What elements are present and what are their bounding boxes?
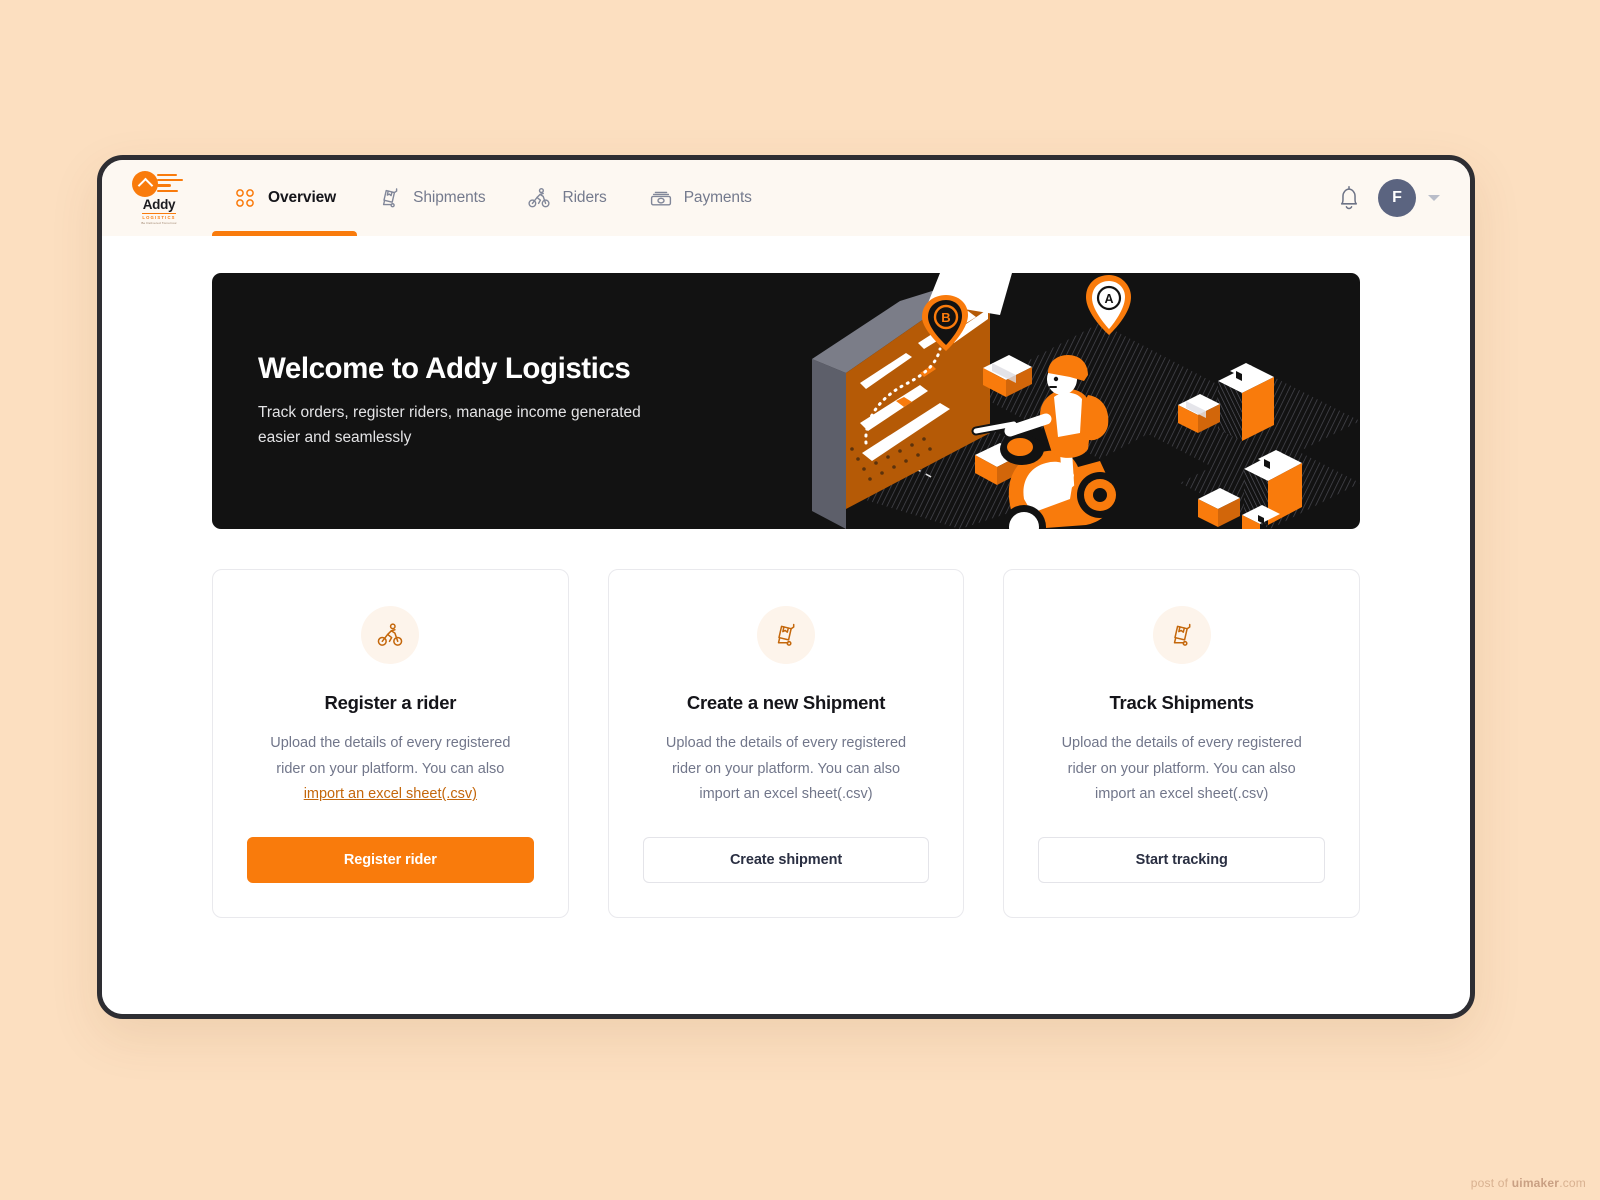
map-pin-a: A xyxy=(1086,275,1131,335)
dolly-icon xyxy=(777,623,795,646)
card-description-text: Upload the details of every registered r… xyxy=(270,735,511,777)
nav-label-payments: Payments xyxy=(683,189,752,206)
hero-subtitle: Track orders, register riders, manage in… xyxy=(258,403,641,446)
dolly-icon xyxy=(383,188,398,208)
card-description: Upload the details of every registered r… xyxy=(255,731,525,808)
main-nav: Overview Shipments Riders Payments xyxy=(212,160,773,236)
card-title: Register a rider xyxy=(324,692,457,713)
cyclist-icon xyxy=(378,623,403,646)
card-description: Upload the details of every registered r… xyxy=(665,735,907,803)
nav-item-shipments[interactable]: Shipments xyxy=(357,160,506,236)
brand-tagline: Be Delivered Tomorrow xyxy=(141,221,177,225)
logo-chevron-icon xyxy=(137,177,153,193)
nav-label-shipments: Shipments xyxy=(413,189,486,206)
nav-label-riders: Riders xyxy=(562,189,607,206)
browser-window: Addy LOGISTICS Be Delivered Tomorrow Ove… xyxy=(97,155,1475,1019)
logo-circle-icon xyxy=(132,171,158,197)
page-body: Welcome to Addy Logistics Track orders, … xyxy=(102,236,1470,1014)
top-navigation-bar: Addy LOGISTICS Be Delivered Tomorrow Ove… xyxy=(102,160,1470,236)
isometric-delivery-illustration: B A xyxy=(810,273,1360,529)
watermark-brand: uimaker xyxy=(1511,1176,1560,1190)
topbar-actions: F xyxy=(1336,179,1440,217)
nav-item-overview[interactable]: Overview xyxy=(212,160,358,236)
logo-mark-icon xyxy=(132,171,186,197)
start-tracking-button[interactable]: Start tracking xyxy=(1038,836,1326,883)
action-cards-row: Register a rider Upload the details of e… xyxy=(212,569,1361,918)
brand-name: Addy xyxy=(142,196,176,212)
svg-text:A: A xyxy=(1104,292,1113,306)
cash-icon xyxy=(650,191,671,206)
page-title: Welcome to Addy Logistics xyxy=(258,351,631,385)
watermark-suffix: .com xyxy=(1559,1176,1586,1190)
chevron-down-icon[interactable] xyxy=(1428,195,1440,201)
grid-icon xyxy=(236,189,254,207)
watermark-prefix: post of xyxy=(1470,1176,1512,1190)
card-title: Create a new Shipment xyxy=(686,692,886,713)
card-icon-badge xyxy=(1152,606,1211,664)
nav-item-payments[interactable]: Payments xyxy=(628,160,773,236)
cyclist-icon xyxy=(528,187,551,208)
hero-text-block: Welcome to Addy Logistics Track orders, … xyxy=(212,352,648,451)
brand-subtitle: LOGISTICS xyxy=(142,212,176,220)
content-container: Welcome to Addy Logistics Track orders, … xyxy=(212,273,1361,918)
card-track-shipments: Track Shipments Upload the details of ev… xyxy=(1003,569,1361,918)
svg-text:B: B xyxy=(941,310,950,325)
nav-item-riders[interactable]: Riders xyxy=(506,160,627,236)
watermark: post of uimaker.com xyxy=(1471,1176,1586,1190)
card-register-rider: Register a rider Upload the details of e… xyxy=(212,569,569,918)
brand-logo[interactable]: Addy LOGISTICS Be Delivered Tomorrow xyxy=(130,171,188,225)
avatar[interactable]: F xyxy=(1378,179,1416,217)
card-description: Upload the details of every registered r… xyxy=(1061,735,1302,803)
avatar-initial: F xyxy=(1392,189,1402,206)
card-create-shipment: Create a new Shipment Upload the details… xyxy=(607,569,965,918)
import-excel-link[interactable]: import an excel sheet(.csv) xyxy=(304,786,477,802)
logo-speed-lines-icon xyxy=(157,174,183,195)
register-rider-button[interactable]: Register rider xyxy=(247,836,534,883)
nav-label-overview: Overview xyxy=(268,189,337,206)
dolly-icon xyxy=(1173,623,1191,646)
card-icon-badge xyxy=(757,606,815,664)
card-icon-badge xyxy=(361,606,420,664)
create-shipment-button[interactable]: Create shipment xyxy=(642,836,930,883)
bell-icon[interactable] xyxy=(1336,184,1362,212)
hero-banner: Welcome to Addy Logistics Track orders, … xyxy=(212,273,1360,529)
card-title: Track Shipments xyxy=(1109,692,1255,713)
